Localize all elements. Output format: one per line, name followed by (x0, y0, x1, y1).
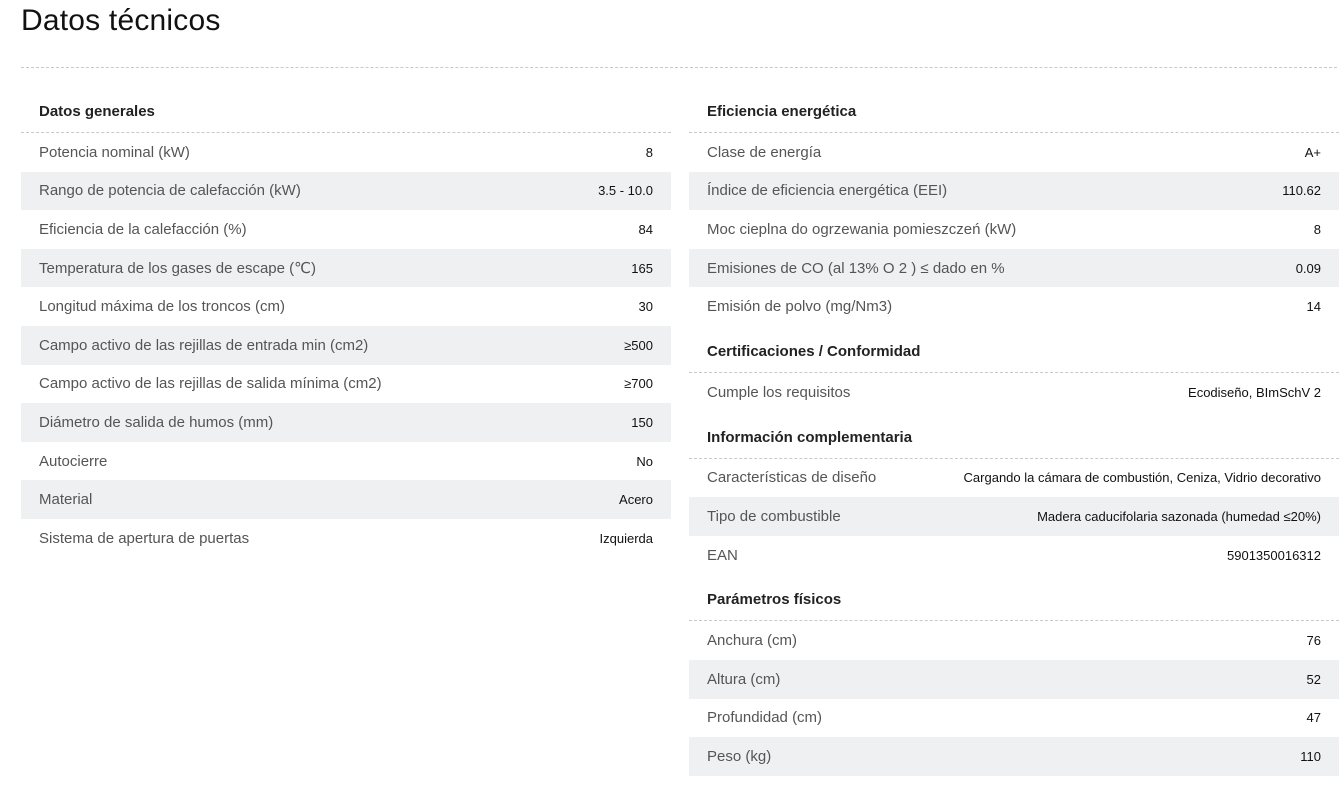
spec-value: 3.5 - 10.0 (598, 183, 653, 199)
spec-label: Tipo de combustible (707, 507, 841, 525)
spec-label: Rango de potencia de calefacción (kW) (39, 182, 301, 200)
spec-label: Anchura (cm) (707, 632, 798, 650)
spec-row-power-range: Rango de potencia de calefacción (kW) 3.… (21, 171, 671, 211)
spec-row-material: Material Acero (21, 480, 671, 519)
spec-value: 47 (1306, 710, 1321, 726)
spec-value: 8 (1313, 221, 1321, 237)
spec-label: Características de diseño (707, 469, 877, 487)
section-header-physical-params: Parámetros físicos (689, 579, 1339, 622)
spec-label: Peso (kg) (707, 747, 772, 765)
section-header-additional-info: Información complementaria (689, 417, 1339, 459)
spec-row-depth: Profundidad (cm) 47 (689, 699, 1339, 738)
spec-row-height: Altura (cm) 52 (689, 659, 1339, 699)
spec-value: 110 (1300, 748, 1321, 764)
specs-right-column: Eficiencia energética Clase de energía A… (689, 90, 1339, 776)
spec-value: No (636, 453, 653, 469)
spec-row-self-closing: Autocierre No (21, 442, 671, 481)
spec-value: 0.09 (1295, 260, 1321, 276)
page-title: Datos técnicos (21, 4, 221, 37)
general-data-column: Datos generales Potencia nominal (kW) 8 … (21, 90, 671, 558)
spec-value: 52 (1306, 671, 1321, 687)
spec-row-exhaust-temperature: Temperatura de los gases de escape (℃) 1… (21, 248, 671, 288)
spec-value: 165 (631, 260, 653, 276)
spec-row-width: Anchura (cm) 76 (689, 621, 1339, 660)
spec-value: Cargando la cámara de combustión, Ceniza… (963, 470, 1321, 486)
spec-label: Profundidad (cm) (707, 709, 823, 727)
spec-value: 150 (631, 414, 653, 430)
spec-row-energy-class: Clase de energía A+ (689, 133, 1339, 172)
spec-row-flue-diameter: Diámetro de salida de humos (mm) 150 (21, 403, 671, 442)
spec-value: 30 (638, 299, 653, 315)
spec-label: Autocierre (39, 452, 108, 470)
spec-label: Sistema de apertura de puertas (39, 529, 250, 547)
spec-row-log-length: Longitud máxima de los troncos (cm) 30 (21, 287, 671, 326)
spec-row-design-features: Características de diseño Cargando la cá… (689, 459, 1339, 498)
spec-label: Cumple los requisitos (707, 383, 851, 401)
spec-row-door-opening: Sistema de apertura de puertas Izquierda (21, 519, 671, 558)
spec-value: 14 (1306, 299, 1321, 315)
spec-value: Madera caducifolaria sazonada (humedad ≤… (1037, 508, 1321, 524)
spec-row-nominal-power: Potencia nominal (kW) 8 (21, 133, 671, 172)
spec-label: Índice de eficiencia energética (EEI) (707, 182, 948, 200)
spec-label: Altura (cm) (707, 670, 781, 688)
spec-row-weight: Peso (kg) 110 (689, 737, 1339, 776)
spec-label: Emisión de polvo (mg/Nm3) (707, 298, 893, 316)
spec-label: Moc cieplna do ogrzewania pomieszczeń (k… (707, 220, 1017, 238)
spec-label: Campo activo de las rejillas de salida m… (39, 375, 382, 393)
spec-value: Izquierda (599, 530, 653, 546)
spec-value: ≥500 (624, 337, 653, 353)
spec-value: A+ (1304, 144, 1321, 160)
spec-label: Temperatura de los gases de escape (℃) (39, 260, 316, 278)
spec-value: 110.62 (1282, 183, 1321, 199)
title-divider (21, 67, 1337, 68)
spec-value: 8 (645, 144, 653, 160)
spec-label: Diámetro de salida de humos (mm) (39, 413, 274, 431)
spec-row-heating-efficiency: Eficiencia de la calefacción (%) 84 (21, 210, 671, 249)
spec-value: 84 (638, 221, 653, 237)
spec-value: ≥700 (624, 376, 653, 392)
spec-row-fuel-type: Tipo de combustible Madera caducifolaria… (689, 497, 1339, 536)
spec-value: Ecodiseño, BImSchV 2 (1188, 384, 1321, 400)
spec-label: Clase de energía (707, 143, 822, 161)
spec-label: Longitud máxima de los troncos (cm) (39, 298, 285, 316)
spec-row-dust-emission: Emisión de polvo (mg/Nm3) 14 (689, 287, 1339, 326)
spec-value: 5901350016312 (1227, 547, 1321, 563)
spec-label: Campo activo de las rejillas de entrada … (39, 336, 369, 354)
spec-value: Acero (619, 492, 653, 508)
spec-label: Eficiencia de la calefacción (%) (39, 220, 247, 238)
spec-row-co-emissions: Emisiones de CO (al 13% O 2 ) ≤ dado en … (689, 248, 1339, 288)
spec-value: 76 (1306, 633, 1321, 649)
spec-label: Potencia nominal (kW) (39, 143, 190, 161)
spec-row-room-heat-output: Moc cieplna do ogrzewania pomieszczeń (k… (689, 210, 1339, 249)
spec-label: Material (39, 491, 93, 509)
section-header-general: Datos generales (21, 90, 671, 133)
spec-row-outlet-grille-area: Campo activo de las rejillas de salida m… (21, 365, 671, 404)
section-header-energy-efficiency: Eficiencia energética (689, 90, 1339, 133)
spec-row-ean: EAN 5901350016312 (689, 536, 1339, 575)
section-header-certifications: Certificaciones / Conformidad (689, 331, 1339, 373)
spec-row-compliance: Cumple los requisitos Ecodiseño, BImSchV… (689, 373, 1339, 412)
spec-label: Emisiones de CO (al 13% O 2 ) ≤ dado en … (707, 259, 1005, 277)
spec-row-eei: Índice de eficiencia energética (EEI) 11… (689, 171, 1339, 211)
spec-label: EAN (707, 546, 738, 564)
spec-row-inlet-grille-area: Campo activo de las rejillas de entrada … (21, 325, 671, 365)
